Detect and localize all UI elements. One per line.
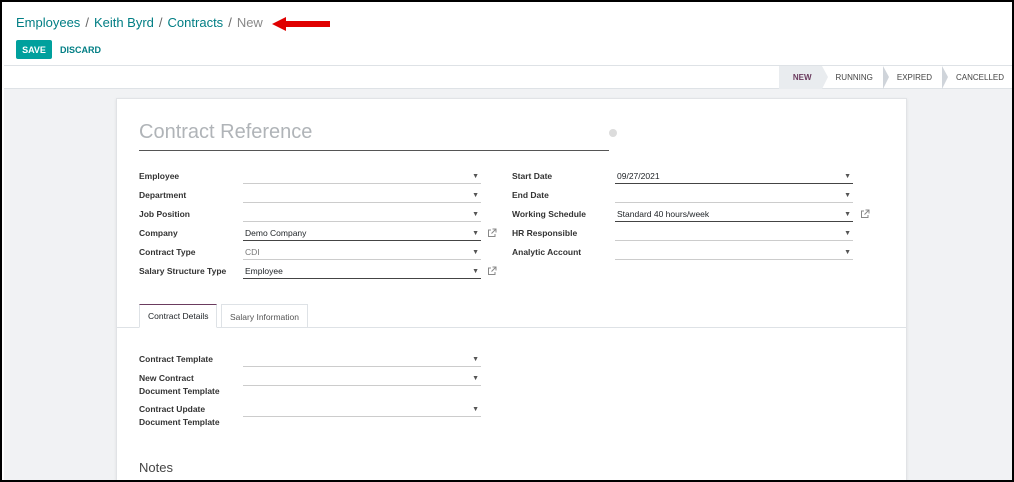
breadcrumb-current: New	[236, 15, 263, 30]
stage-running[interactable]: RUNNING	[822, 66, 889, 89]
annotation-arrow-icon	[272, 17, 330, 31]
chevron-right-icon	[821, 66, 828, 89]
stage-label: NEW	[792, 73, 812, 82]
chevron-right-icon	[941, 66, 948, 89]
contract-type-field[interactable]: CDI ▼	[243, 245, 481, 260]
contract-update-doc-template-label: Contract Update Document Template	[139, 403, 220, 429]
tab-salary-information[interactable]: Salary Information	[221, 304, 308, 328]
dropdown-caret-icon[interactable]: ▼	[472, 211, 479, 218]
stage-new[interactable]: NEW	[778, 66, 828, 89]
breadcrumb-employees[interactable]: Employees	[16, 15, 80, 30]
analytic-account-label: Analytic Account	[512, 247, 582, 257]
stage-cancelled[interactable]: CANCELLED	[942, 66, 1012, 89]
label-line: New Contract	[139, 373, 194, 383]
dropdown-caret-icon[interactable]: ▼	[844, 230, 851, 237]
contract-update-doc-template-field[interactable]: ▼	[243, 402, 481, 417]
breadcrumb-separator: /	[85, 15, 89, 30]
employee-field[interactable]: ▼	[243, 169, 481, 184]
dropdown-caret-icon[interactable]: ▼	[844, 249, 851, 256]
dropdown-caret-icon[interactable]: ▼	[844, 211, 851, 218]
dropdown-caret-icon[interactable]: ▼	[472, 406, 479, 413]
breadcrumb-contracts[interactable]: Contracts	[168, 15, 224, 30]
working-schedule-label: Working Schedule	[512, 209, 586, 219]
department-field[interactable]: ▼	[243, 188, 481, 203]
contract-template-label: Contract Template	[139, 354, 213, 364]
label-line: Document Template	[139, 417, 220, 427]
dropdown-caret-icon[interactable]: ▼	[844, 173, 851, 180]
analytic-account-field[interactable]: ▼	[615, 245, 853, 260]
job-position-label: Job Position	[139, 209, 190, 219]
job-position-field[interactable]: ▼	[243, 207, 481, 222]
stage-label: EXPIRED	[896, 73, 932, 82]
dropdown-caret-icon[interactable]: ▼	[472, 173, 479, 180]
hr-responsible-field[interactable]: ▼	[615, 226, 853, 241]
save-button[interactable]: SAVE	[16, 40, 52, 59]
start-date-label: Start Date	[512, 171, 553, 181]
dropdown-caret-icon[interactable]: ▼	[472, 268, 479, 275]
control-panel: Employees / Keith Byrd / Contracts / New SAVE …	[4, 4, 1012, 65]
salary-structure-type-field[interactable]: Employee ▼	[243, 264, 481, 279]
salary-structure-type-value: Employee	[245, 266, 283, 276]
end-date-label: End Date	[512, 190, 549, 200]
working-schedule-field[interactable]: Standard 40 hours/week ▼	[615, 207, 853, 222]
form-sheet: Contract Reference Employee ▼ Department…	[116, 98, 907, 480]
stage-expired[interactable]: EXPIRED	[883, 66, 948, 89]
stage-pipeline: NEW RUNNING EXPIRED CANCELLED	[778, 66, 1012, 89]
company-value: Demo Company	[245, 228, 307, 238]
dropdown-caret-icon[interactable]: ▼	[844, 192, 851, 199]
status-bar: NEW RUNNING EXPIRED CANCELLED	[4, 65, 1012, 89]
breadcrumb: Employees / Keith Byrd / Contracts / New	[16, 15, 263, 30]
dropdown-caret-icon[interactable]: ▼	[472, 192, 479, 199]
breadcrumb-separator: /	[158, 15, 163, 30]
start-date-field[interactable]: 09/27/2021 ▼	[615, 169, 853, 184]
external-link-icon[interactable]	[487, 266, 497, 276]
dropdown-caret-icon[interactable]: ▼	[472, 375, 479, 382]
stage-label: CANCELLED	[955, 73, 1004, 82]
breadcrumb-separator: /	[228, 15, 232, 30]
external-link-icon[interactable]	[487, 228, 497, 238]
company-label: Company	[139, 228, 178, 238]
priority-dot-icon[interactable]	[609, 129, 617, 137]
employee-label: Employee	[139, 171, 180, 181]
window-frame: Employees / Keith Byrd / Contracts / New SAVE …	[0, 0, 1014, 482]
company-field[interactable]: Demo Company ▼	[243, 226, 481, 241]
dropdown-caret-icon[interactable]: ▼	[472, 230, 479, 237]
chevron-right-icon	[882, 66, 889, 89]
breadcrumb-keith-byrd[interactable]: Keith Byrd	[94, 15, 154, 30]
start-date-value: 09/27/2021	[617, 171, 660, 181]
dropdown-caret-icon[interactable]: ▼	[472, 249, 479, 256]
stage-label: RUNNING	[835, 73, 873, 82]
hr-responsible-label: HR Responsible	[512, 228, 578, 238]
label-line: Contract Update	[139, 404, 206, 414]
label-line: Document Template	[139, 386, 220, 396]
external-link-icon[interactable]	[860, 209, 870, 219]
discard-button[interactable]: DISCARD	[60, 40, 101, 59]
contract-reference-placeholder: Contract Reference	[139, 121, 313, 143]
contract-type-label: Contract Type	[139, 247, 196, 257]
notebook-tabs: Contract Details Salary Information	[117, 304, 906, 328]
contract-reference-input[interactable]: Contract Reference	[139, 119, 609, 151]
end-date-field[interactable]: ▼	[615, 188, 853, 203]
contract-type-value: CDI	[245, 247, 260, 257]
dropdown-caret-icon[interactable]: ▼	[472, 356, 479, 363]
department-label: Department	[139, 190, 187, 200]
notes-heading: Notes	[139, 460, 173, 475]
working-schedule-value: Standard 40 hours/week	[617, 209, 710, 219]
tab-contract-details[interactable]: Contract Details	[139, 304, 218, 328]
new-contract-doc-template-field[interactable]: ▼	[243, 371, 481, 386]
contract-template-field[interactable]: ▼	[243, 352, 481, 367]
new-contract-doc-template-label: New Contract Document Template	[139, 372, 220, 398]
salary-structure-type-label: Salary Structure Type	[139, 266, 227, 276]
